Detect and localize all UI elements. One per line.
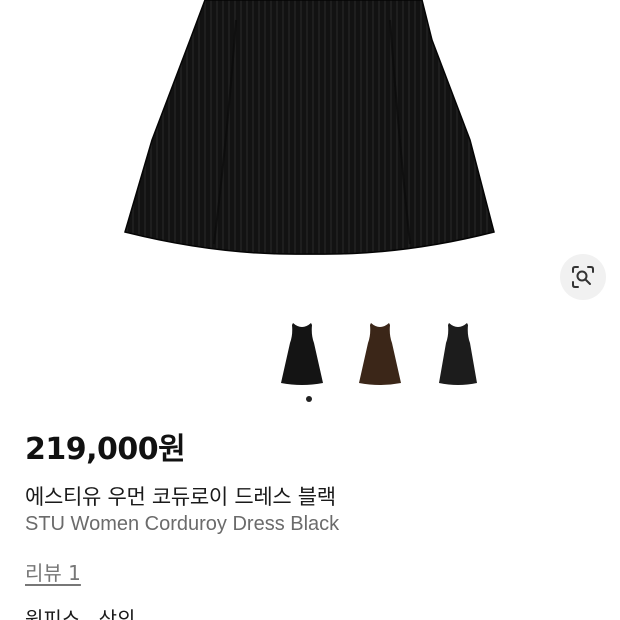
thumbnail-strip <box>270 318 490 390</box>
product-title-korean: 에스티유 우먼 코듀로이 드레스 블랙 <box>25 485 336 509</box>
black-dress-thumbnail-image <box>281 323 323 385</box>
product-main-image[interactable] <box>0 0 620 300</box>
product-price: 219,000원 <box>25 432 186 467</box>
thumbnail-charcoal-dress[interactable] <box>426 318 490 390</box>
review-count-link[interactable]: 리뷰 1 <box>25 557 81 586</box>
product-page: 219,000원 에스티유 우먼 코듀로이 드레스 블랙 STU Women C… <box>0 0 620 620</box>
dress-image <box>124 0 495 255</box>
lens-search-button[interactable] <box>560 254 606 300</box>
charcoal-dress-thumbnail-image <box>439 323 477 385</box>
brown-dress-thumbnail-image <box>359 323 401 385</box>
pagination-dot-active[interactable] <box>306 396 312 402</box>
gallery-pagination <box>306 396 312 402</box>
product-title-english: STU Women Corduroy Dress Black <box>25 513 340 535</box>
thumbnail-brown-dress[interactable] <box>348 318 412 390</box>
category-item-dress[interactable]: 원피스 <box>25 607 80 620</box>
category-separator: , <box>86 607 93 620</box>
lens-search-icon <box>572 266 594 288</box>
thumbnail-black-dress[interactable] <box>270 318 334 390</box>
category-breadcrumb: 원피스, 상의 <box>25 603 135 620</box>
category-item-top[interactable]: 상의 <box>99 607 136 620</box>
